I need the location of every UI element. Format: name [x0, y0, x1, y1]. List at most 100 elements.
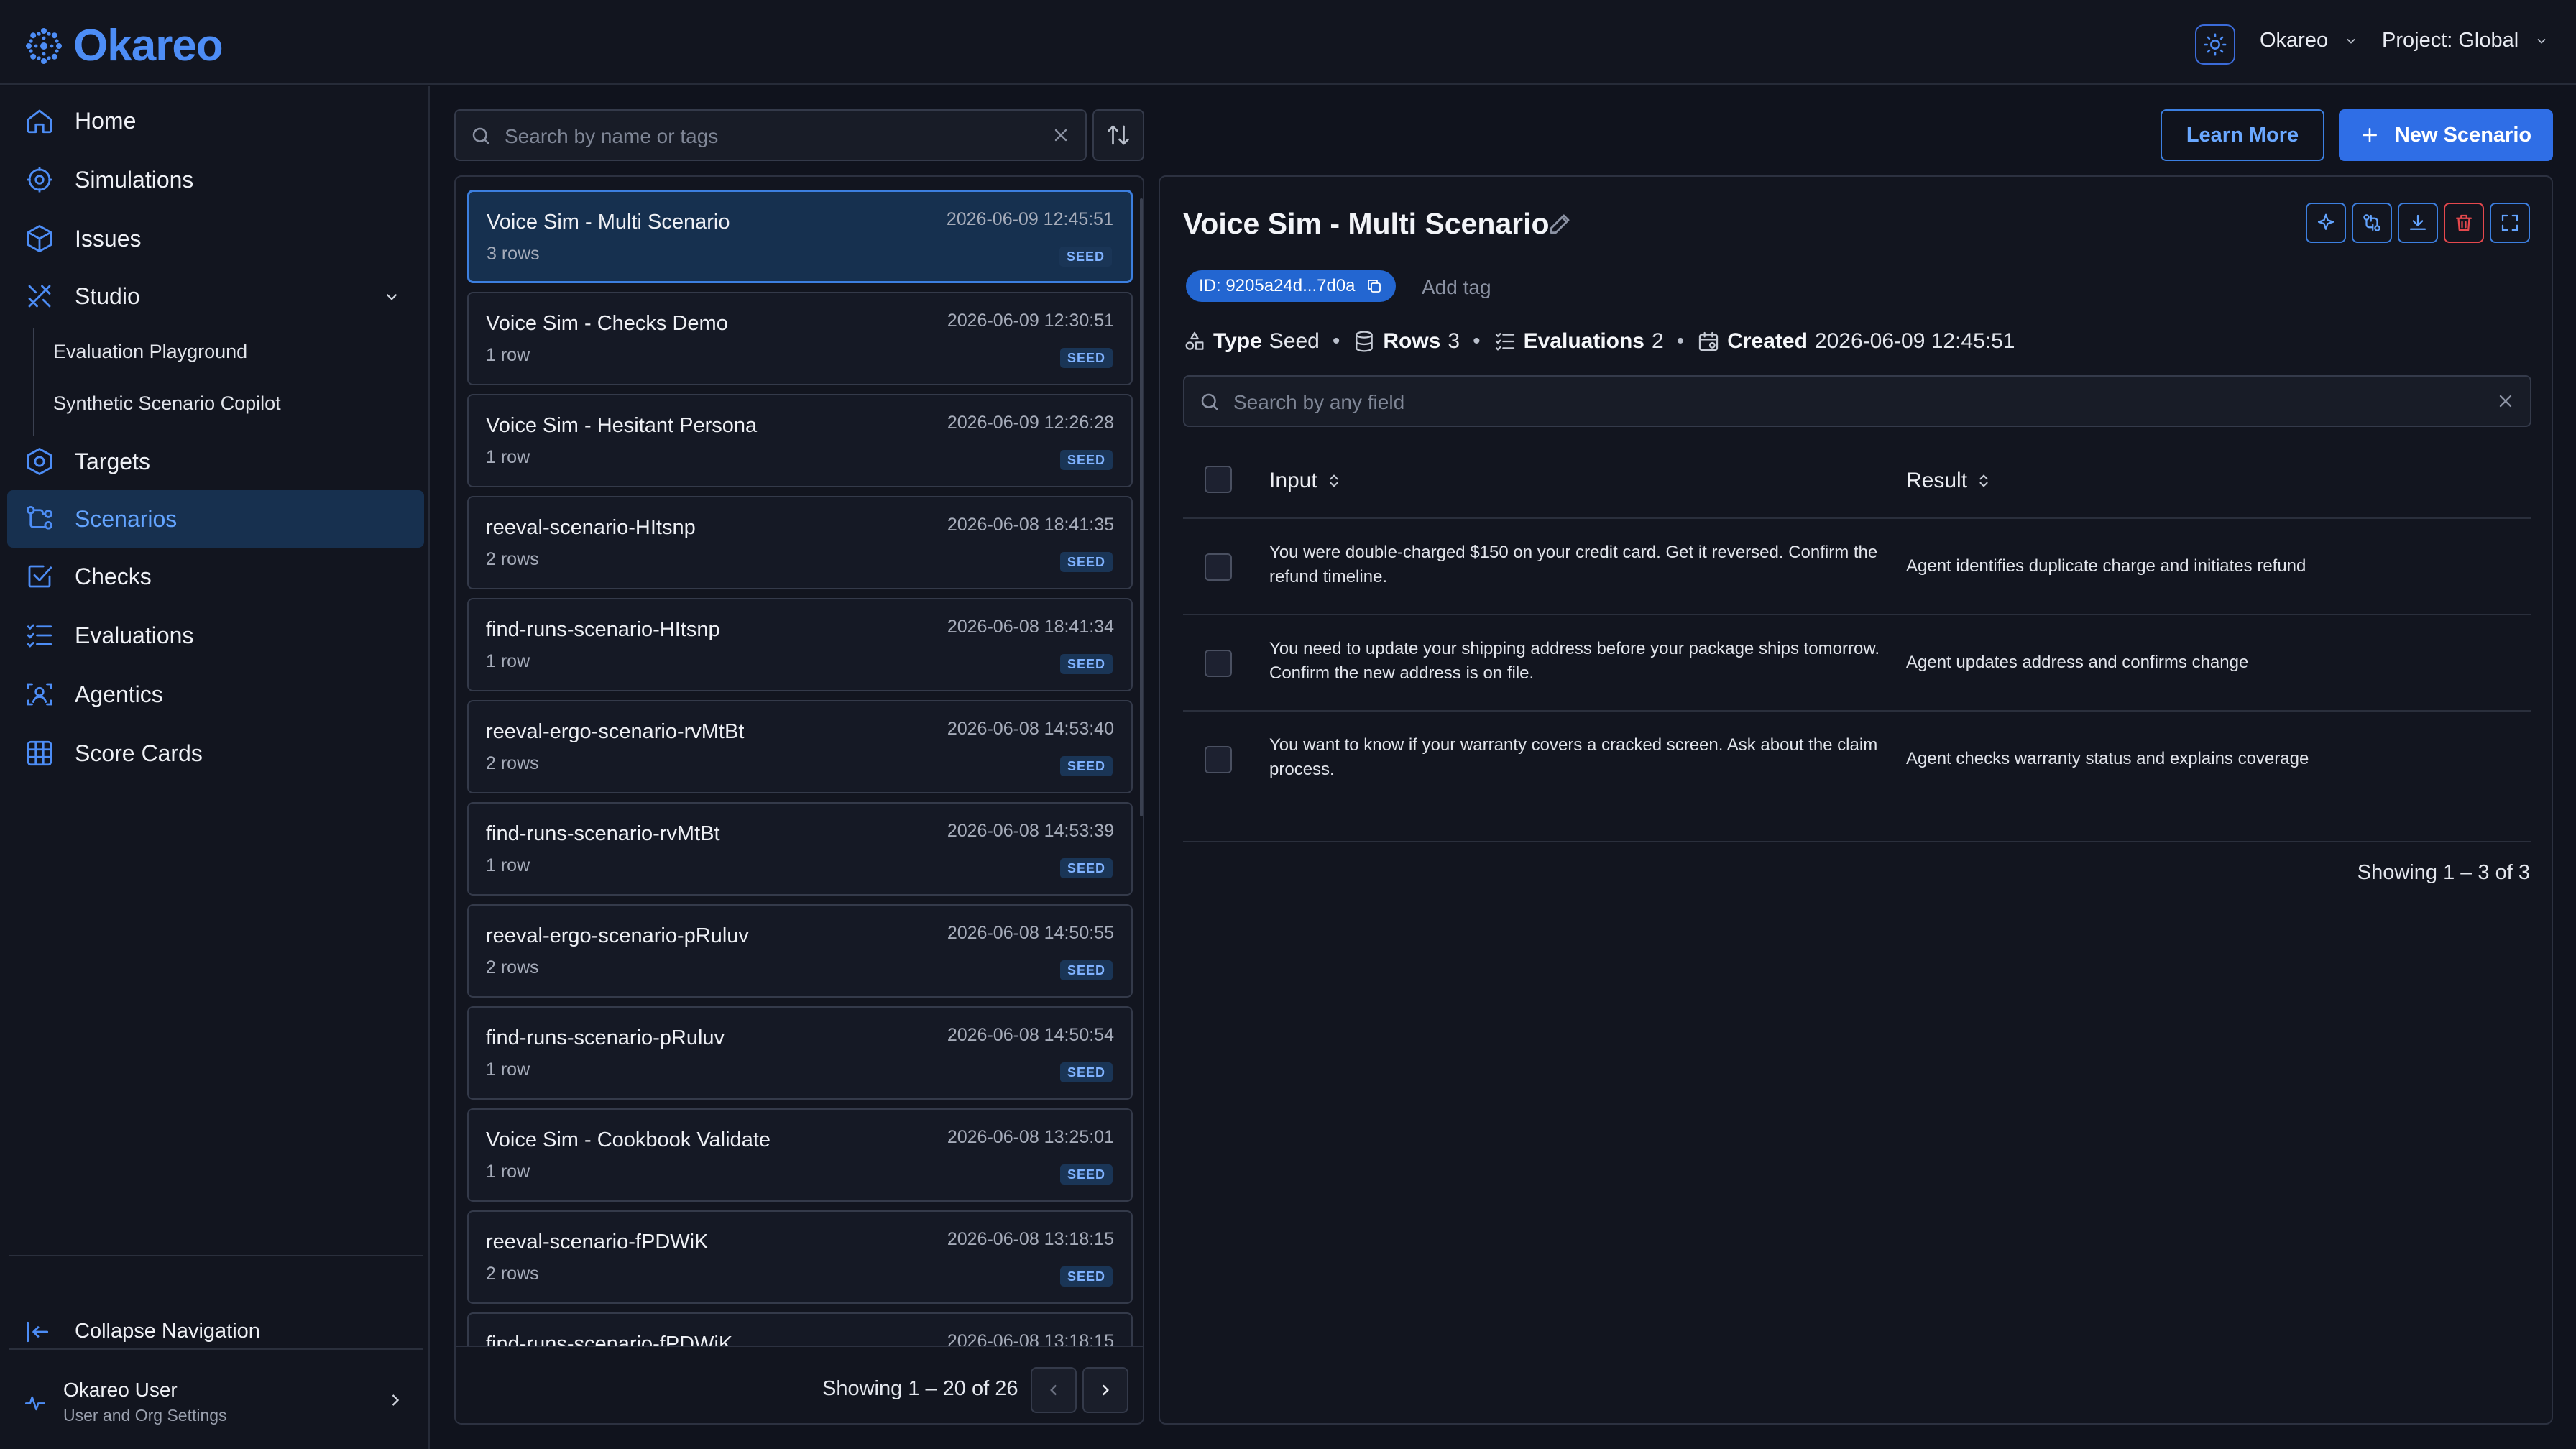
studio-icon	[24, 281, 55, 311]
user-settings-button[interactable]: Okareo User User and Org Settings	[7, 1374, 424, 1429]
list-check-icon	[1494, 330, 1517, 353]
sidebar-item-score-cards[interactable]: Score Cards	[7, 724, 424, 782]
sort-icon	[1976, 473, 1992, 489]
scenario-detail-panel: Voice Sim - Multi Scenario ID: 9205a24d.…	[1159, 175, 2553, 1425]
sidebar-item-simulations[interactable]: Simulations	[7, 151, 424, 208]
scenario-card[interactable]: Voice Sim - Cookbook Validate 1 row 2026-0…	[467, 1108, 1133, 1202]
scenario-card[interactable]: reeval-ergo-scenario-rvMtBt 2 rows 2026-06…	[467, 700, 1133, 794]
scenario-card[interactable]: Voice Sim - Multi Scenario 3 rows 2026-06-…	[467, 190, 1133, 283]
new-scenario-button[interactable]: New Scenario	[2339, 109, 2553, 161]
sidebar-item-studio[interactable]: Studio	[7, 267, 424, 325]
scenario-title: Voice Sim - Multi Scenario	[1183, 207, 1550, 240]
collapse-navigation-button[interactable]: Collapse Navigation	[7, 1302, 424, 1360]
theme-toggle-button[interactable]	[2195, 24, 2235, 65]
sidebar-item-agentics[interactable]: Agentics	[7, 666, 424, 723]
scenario-name: find-runs-scenario-HItsnp	[486, 618, 720, 641]
seed-badge: SEED	[1059, 552, 1113, 572]
sidebar-item-label: Scenarios	[75, 505, 178, 532]
scenario-card[interactable]: Voice Sim - Hesitant Persona 1 row 2026-06…	[467, 394, 1133, 487]
logo[interactable]: Okareo	[24, 20, 224, 71]
checkbox-icon	[24, 561, 55, 592]
scenario-date: 2026-06-08 14:53:39	[947, 821, 1114, 841]
table-showing-label: Showing 1 – 3 of 3	[2357, 861, 2530, 884]
created-label: Created	[1727, 329, 1808, 353]
list-scrollbar[interactable]	[1140, 198, 1143, 816]
ai-generate-button[interactable]	[2306, 203, 2346, 243]
edit-title-icon[interactable]	[1547, 210, 1574, 237]
scenario-row-count: 1 row	[486, 447, 530, 467]
sort-button[interactable]	[1092, 109, 1144, 161]
project-dropdown[interactable]: Project: Global	[2382, 29, 2549, 52]
scenario-date: 2026-06-08 14:50:54	[947, 1025, 1114, 1045]
scenario-card[interactable]: find-runs-scenario-HItsnp 1 row 2026-06-08…	[467, 598, 1133, 691]
row-input: You were double-charged $150 on your cre…	[1269, 543, 1878, 586]
logo-text: Okareo	[73, 21, 224, 70]
input-column-header[interactable]: Input	[1269, 469, 1342, 493]
evaluations-value: 2	[1652, 329, 1664, 353]
scenario-name: Voice Sim - Hesitant Persona	[486, 414, 758, 437]
scenario-card[interactable]: find-runs-scenario-pRuluv 1 row 2026-06-08…	[467, 1006, 1133, 1100]
evaluations-label: Evaluations	[1523, 329, 1644, 353]
scenario-name: find-runs-scenario-pRuluv	[486, 1026, 725, 1049]
sidebar-subitem-synthetic-scenario-copilot[interactable]: Synthetic Scenario Copilot	[53, 392, 281, 415]
scenario-id-badge[interactable]: ID: 9205a24d...7d0a	[1186, 270, 1396, 302]
scenario-card[interactable]: reeval-scenario-fPDWiK 2 rows 2026-06-08 1…	[467, 1210, 1133, 1304]
select-all-checkbox[interactable]	[1205, 466, 1232, 493]
row-checkbox[interactable]	[1205, 650, 1232, 677]
type-icon	[1183, 330, 1206, 353]
sidebar-subitem-evaluation-playground[interactable]: Evaluation Playground	[53, 341, 247, 363]
seed-badge: SEED	[1059, 858, 1113, 878]
sidebar: Home Simulations Issues Studio Evaluatio…	[0, 86, 430, 1449]
sidebar-item-issues[interactable]: Issues	[7, 210, 424, 267]
add-tag-button[interactable]: Add tag	[1422, 276, 1491, 299]
next-page-button[interactable]	[1082, 1367, 1128, 1413]
scenario-card[interactable]: reeval-ergo-scenario-pRuluv 2 rows 2026-06…	[467, 904, 1133, 998]
org-label: Okareo	[2260, 29, 2329, 52]
sidebar-item-targets[interactable]: Targets	[7, 433, 424, 490]
scenario-card[interactable]: reeval-scenario-HItsnp 2 rows 2026-06-08 1…	[467, 496, 1133, 589]
expand-button[interactable]	[2490, 203, 2530, 243]
scenario-row-count: 1 row	[486, 855, 530, 875]
agent-scan-icon	[24, 679, 55, 709]
scenario-row-count: 2 rows	[486, 1264, 539, 1284]
scenario-row-count: 2 rows	[486, 957, 539, 978]
seed-badge: SEED	[1059, 1164, 1113, 1184]
row-checkbox[interactable]	[1205, 553, 1232, 581]
plus-icon	[2360, 126, 2379, 144]
delete-button[interactable]	[2444, 203, 2484, 243]
scenario-date: 2026-06-08 18:41:34	[947, 617, 1114, 637]
user-settings-label: User and Org Settings	[63, 1406, 227, 1425]
scenario-card[interactable]: Voice Sim - Checks Demo 1 row 2026-06-09 1…	[467, 292, 1133, 385]
sidebar-item-checks[interactable]: Checks	[7, 548, 424, 605]
simulations-icon	[24, 165, 55, 195]
sidebar-item-label: Evaluations	[75, 622, 194, 648]
sidebar-item-evaluations[interactable]: Evaluations	[7, 607, 424, 664]
studio-submenu-line	[33, 328, 34, 436]
sidebar-item-scenarios[interactable]: Scenarios	[7, 490, 424, 548]
download-button[interactable]	[2398, 203, 2438, 243]
field-search-input[interactable]: Search by any field	[1183, 375, 2531, 427]
seed-badge: SEED	[1059, 1062, 1113, 1082]
scenario-card[interactable]: find-runs-scenario-rvMtBt 1 row 2026-06-08…	[467, 802, 1133, 896]
scenario-search-input[interactable]: Search by name or tags	[454, 109, 1087, 161]
database-icon	[1353, 330, 1376, 353]
list-pagination: Showing 1 – 20 of 26	[456, 1346, 1143, 1423]
compare-button[interactable]	[2352, 203, 2392, 243]
clear-search-icon[interactable]	[1051, 125, 1071, 145]
scenarios-icon	[24, 504, 55, 534]
sidebar-item-label: Score Cards	[75, 740, 203, 766]
list-showing-label: Showing 1 – 20 of 26	[822, 1377, 1018, 1400]
row-checkbox[interactable]	[1205, 746, 1232, 773]
clear-search-icon[interactable]	[2496, 391, 2516, 411]
sidebar-item-label: Targets	[75, 448, 150, 474]
sidebar-item-home[interactable]: Home	[7, 92, 424, 150]
sparkle-icon	[2315, 212, 2337, 234]
scenario-list-panel: Voice Sim - Multi Scenario 3 rows 2026-06-…	[454, 175, 1144, 1425]
seed-badge: SEED	[1059, 450, 1113, 470]
result-column-header[interactable]: Result	[1906, 469, 1992, 493]
org-dropdown[interactable]: Okareo	[2260, 29, 2358, 52]
chevron-right-icon	[1096, 1381, 1115, 1399]
prev-page-button[interactable]	[1031, 1367, 1077, 1413]
learn-more-button[interactable]: Learn More	[2161, 109, 2324, 161]
scenario-name: reeval-scenario-HItsnp	[486, 516, 696, 539]
